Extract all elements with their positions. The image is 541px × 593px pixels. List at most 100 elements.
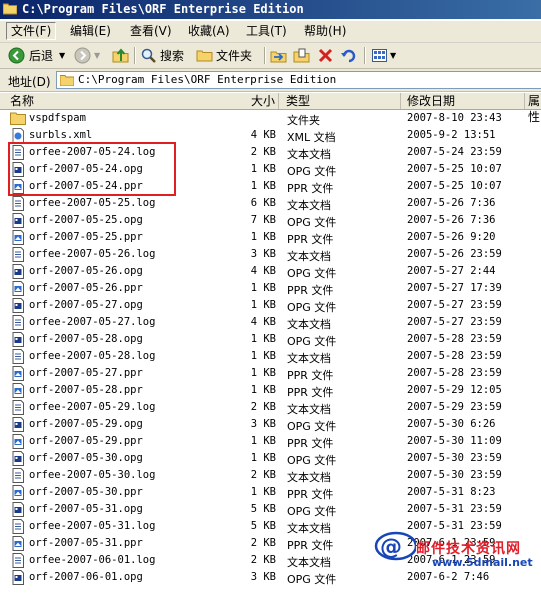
- file-row[interactable]: orf-2007-05-29.ppr 1 KB PPR 文件 2007-5-30 11…: [0, 433, 541, 450]
- forward-arrow-icon: [74, 47, 91, 63]
- file-type: PPR 文件: [287, 437, 334, 450]
- watermark: @ 邮件技术资讯网 www.5dmail.net: [372, 528, 541, 569]
- file-row[interactable]: orfee-2007-05-26.log 3 KB 文本文档 2007-5-26 23…: [0, 246, 541, 263]
- column-header-date[interactable]: 修改日期: [401, 93, 525, 109]
- file-name: orf-2007-06-01.opg: [29, 571, 143, 583]
- file-row[interactable]: orf-2007-05-26.opg 4 KB OPG 文件 2007-5-27 2:…: [0, 263, 541, 280]
- file-row[interactable]: orf-2007-05-27.ppr 1 KB PPR 文件 2007-5-28 23…: [0, 365, 541, 382]
- forward-button[interactable]: ▼: [74, 46, 100, 64]
- file-date: 2007-5-30 11:09: [407, 435, 502, 447]
- file-size: 2 KB: [250, 554, 276, 566]
- file-type: OPG 文件: [287, 165, 337, 178]
- chevron-down-icon[interactable]: ▼: [94, 51, 100, 60]
- copy-to-button[interactable]: [293, 46, 310, 64]
- file-type: PPR 文件: [287, 539, 334, 552]
- folders-label: 文件夹: [216, 48, 253, 63]
- file-row[interactable]: orf-2007-05-30.opg 1 KB OPG 文件 2007-5-30 23…: [0, 450, 541, 467]
- file-type: 文本文档: [287, 352, 331, 365]
- file-date: 2007-5-26 23:59: [407, 248, 502, 260]
- file-name: orfee-2007-05-29.log: [29, 401, 156, 413]
- file-name: orf-2007-05-26.ppr: [29, 282, 143, 294]
- menu-view[interactable]: 查看(V): [126, 23, 176, 39]
- chevron-down-icon[interactable]: ▼: [390, 51, 396, 60]
- file-row[interactable]: orf-2007-05-27.opg 1 KB OPG 文件 2007-5-27 23…: [0, 297, 541, 314]
- menu-help[interactable]: 帮助(H): [300, 23, 350, 39]
- address-bar: 地址(D) C:\Program Files\ORF Enterprise Ed…: [0, 69, 541, 92]
- file-name: orf-2007-05-31.opg: [29, 503, 143, 515]
- file-size: 1 KB: [250, 180, 276, 192]
- column-header-type[interactable]: 类型: [279, 93, 401, 109]
- file-name: orfee-2007-05-27.log: [29, 316, 156, 328]
- file-row[interactable]: orf-2007-05-29.opg 3 KB OPG 文件 2007-5-30 6:…: [0, 416, 541, 433]
- menu-edit[interactable]: 编辑(E): [66, 23, 115, 39]
- file-row[interactable]: orf-2007-05-28.ppr 1 KB PPR 文件 2007-5-29 12…: [0, 382, 541, 399]
- file-type: 文件夹: [287, 114, 320, 127]
- title-bar[interactable]: C:\Program Files\ORF Enterprise Edition: [0, 0, 541, 19]
- views-button[interactable]: ▼: [371, 46, 396, 64]
- file-size: 7 KB: [250, 214, 276, 226]
- file-date: 2007-5-24 23:59: [407, 146, 502, 158]
- undo-button[interactable]: [340, 46, 357, 64]
- file-row[interactable]: orfee-2007-05-27.log 4 KB 文本文档 2007-5-27 23…: [0, 314, 541, 331]
- menu-bar: 文件(F) 编辑(E) 查看(V) 收藏(A) 工具(T) 帮助(H): [0, 21, 541, 43]
- address-label: 地址(D): [8, 75, 51, 89]
- file-row[interactable]: vspdfspam 文件夹 2007-8-10 23:43: [0, 110, 541, 127]
- file-type: 文本文档: [287, 522, 331, 535]
- file-size: 1 KB: [250, 282, 276, 294]
- file-row[interactable]: orf-2007-05-30.ppr 1 KB PPR 文件 2007-5-31 8:…: [0, 484, 541, 501]
- move-to-button[interactable]: [270, 46, 287, 64]
- column-header-date-label: 修改日期: [407, 94, 456, 108]
- file-row[interactable]: orfee-2007-05-25.log 6 KB 文本文档 2007-5-26 7:…: [0, 195, 541, 212]
- delete-button[interactable]: [317, 46, 334, 64]
- file-row[interactable]: orf-2007-06-01.opg 3 KB OPG 文件 2007-6-2 7:4…: [0, 569, 541, 586]
- file-row[interactable]: orf-2007-05-25.opg 7 KB OPG 文件 2007-5-26 7:…: [0, 212, 541, 229]
- file-name: orf-2007-05-30.opg: [29, 452, 143, 464]
- file-type: 文本文档: [287, 403, 331, 416]
- file-type: PPR 文件: [287, 233, 334, 246]
- file-size: 2 KB: [250, 537, 276, 549]
- svg-text:@: @: [380, 535, 402, 560]
- search-button[interactable]: 搜索: [140, 46, 184, 64]
- file-row[interactable]: orfee-2007-05-28.log 1 KB 文本文档 2007-5-28 23…: [0, 348, 541, 365]
- file-type: OPG 文件: [287, 216, 337, 229]
- file-size: 1 KB: [250, 367, 276, 379]
- file-row[interactable]: orfee-2007-05-29.log 2 KB 文本文档 2007-5-29 23…: [0, 399, 541, 416]
- file-name: orfee-2007-05-25.log: [29, 197, 156, 209]
- file-row[interactable]: orf-2007-05-28.opg 1 KB OPG 文件 2007-5-28 23…: [0, 331, 541, 348]
- file-date: 2007-5-31 8:23: [407, 486, 496, 498]
- file-size: 1 KB: [250, 452, 276, 464]
- file-size: 1 KB: [250, 163, 276, 175]
- watermark-text: 邮件技术资讯网: [416, 541, 521, 557]
- file-type: PPR 文件: [287, 386, 334, 399]
- file-row[interactable]: orf-2007-05-31.opg 5 KB OPG 文件 2007-5-31 23…: [0, 501, 541, 518]
- file-name: surbls.xml: [29, 129, 93, 141]
- column-header-name[interactable]: 名称: [0, 93, 279, 109]
- back-arrow-icon: [8, 47, 25, 63]
- file-name: orfee-2007-05-30.log: [29, 469, 156, 481]
- menu-file[interactable]: 文件(F): [6, 22, 57, 40]
- column-header-attributes[interactable]: 属性: [525, 93, 541, 124]
- file-row[interactable]: orf-2007-05-25.ppr 1 KB PPR 文件 2007-5-26 9:…: [0, 229, 541, 246]
- menu-favorites[interactable]: 收藏(A): [184, 23, 234, 39]
- undo-icon: [341, 49, 356, 62]
- chevron-down-icon[interactable]: ▼: [59, 51, 65, 60]
- file-row[interactable]: orfee-2007-05-30.log 2 KB 文本文档 2007-5-30 23…: [0, 467, 541, 484]
- folders-button[interactable]: 文件夹: [196, 46, 252, 64]
- file-row[interactable]: orf-2007-05-26.ppr 1 KB PPR 文件 2007-5-27 17…: [0, 280, 541, 297]
- file-size: 1 KB: [250, 231, 276, 243]
- folder-icon: [60, 75, 74, 86]
- file-type: PPR 文件: [287, 182, 334, 195]
- up-folder-button[interactable]: [112, 46, 129, 64]
- file-date: 2007-5-27 17:39: [407, 282, 502, 294]
- column-header-type-label: 类型: [286, 94, 311, 108]
- file-date: 2007-6-2 7:46: [407, 571, 490, 583]
- file-type: OPG 文件: [287, 505, 337, 518]
- back-button[interactable]: 后退 ▼: [8, 46, 65, 64]
- views-icon: [372, 48, 387, 62]
- column-header-size[interactable]: 大小: [240, 93, 279, 109]
- file-date: 2007-5-28 23:59: [407, 350, 502, 362]
- file-date: 2007-5-27 23:59: [407, 299, 502, 311]
- address-input[interactable]: C:\Program Files\ORF Enterprise Edition: [56, 71, 541, 89]
- file-size: 1 KB: [250, 384, 276, 396]
- menu-tools[interactable]: 工具(T): [242, 23, 291, 39]
